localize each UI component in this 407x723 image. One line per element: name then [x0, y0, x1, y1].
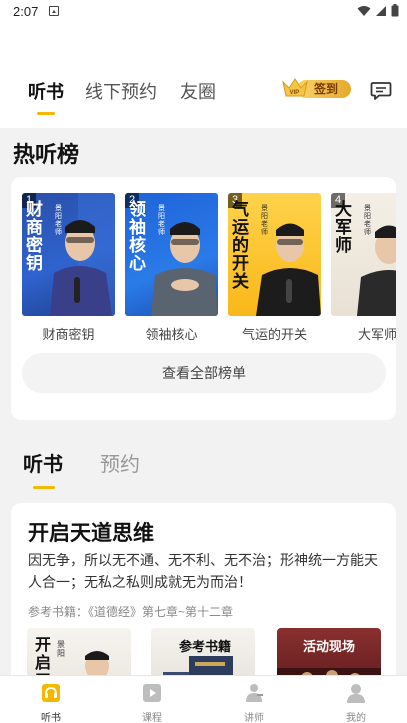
nav-label: 听书	[41, 713, 61, 723]
bottom-navigation: 听书 课程 讲师 我的	[0, 675, 407, 723]
subtab-listen[interactable]: 听书	[23, 448, 63, 477]
battery-icon	[391, 4, 399, 17]
course-reference: 参考书籍：《道德经》第七章~第十二章	[28, 605, 234, 619]
wifi-icon	[357, 5, 371, 16]
tab-friends[interactable]: 友圈	[180, 78, 216, 104]
book-cover: 1 财商密钥 景阳老师	[22, 193, 115, 316]
message-icon[interactable]	[370, 81, 392, 101]
status-time: 2:07	[13, 4, 39, 19]
rank-item-label: 大军师	[357, 327, 396, 342]
signal-icon	[376, 5, 386, 16]
cover-author: 景阳老师	[55, 205, 62, 236]
nav-label: 我的	[346, 713, 366, 723]
book-cover: 4 大军师 景阳老师	[331, 193, 396, 316]
top-tab-indicator	[37, 112, 55, 115]
app-header: 2:07 听书 线下预约 友圈 VIP 签到	[0, 0, 407, 128]
nav-label: 课程	[142, 713, 162, 723]
hot-list-card: 1 财商密钥 景阳老师 财商密钥 2 领袖核心 景阳老师 领袖核心 3 气运的开…	[11, 177, 396, 420]
tab-offline-booking[interactable]: 线下预约	[85, 78, 157, 104]
sub-tab-indicator	[33, 486, 55, 489]
cover-title: 财商密钥	[26, 200, 43, 274]
course-card[interactable]: 开启天道思维 因无争，所以无不通、无不利、无不治；形神统一方能天人合一；无私之私…	[11, 503, 396, 703]
headphones-book-icon	[42, 684, 60, 702]
profile-icon	[347, 684, 365, 703]
status-bar: 2:07	[0, 0, 407, 26]
nav-label: 讲师	[244, 713, 264, 723]
book-cover: 3 气运的开关 景阳老师	[228, 193, 321, 316]
hot-list-title: 热听榜	[13, 142, 80, 167]
cover-title: 气运的开关	[232, 200, 249, 292]
tab-listen[interactable]: 听书	[28, 78, 64, 104]
cover-author: 景阳老师	[158, 205, 165, 236]
subtab-booking[interactable]: 预约	[100, 448, 140, 477]
status-icons	[357, 4, 399, 17]
rank-item-label: 财商密钥	[42, 327, 95, 342]
vip-crown-icon: VIP	[282, 78, 308, 97]
book-cover: 2 领袖核心 景阳老师	[125, 193, 218, 316]
checkin-label: 签到	[314, 82, 339, 96]
cover-author: 景阳老师	[364, 205, 371, 236]
cover-title: 大军师	[335, 200, 352, 256]
vip-crown-text: VIP	[290, 90, 300, 96]
cover-author: 景阳老师	[261, 205, 268, 236]
course-description: 因无争，所以无不通、无不利、无不治；形神统一方能天人合一；无私之私则成就无为而治…	[28, 552, 378, 590]
rank-item-label: 气运的开关	[241, 327, 307, 342]
sub-tab-bar: 听书 预约	[0, 448, 407, 492]
view-all-rankings-button[interactable]: 查看全部榜单	[22, 353, 386, 393]
rank-item-label: 领袖核心	[145, 327, 198, 342]
notification-app-icon	[49, 6, 59, 16]
course-title: 开启天道思维	[28, 522, 154, 545]
lecturer-icon	[246, 684, 263, 702]
thumbnail-author: 景阳	[57, 640, 65, 658]
thumbnail-title: 活动现场	[303, 640, 356, 655]
cover-title: 领袖核心	[129, 200, 146, 274]
thumbnail-title: 参考书籍	[179, 640, 232, 655]
vip-checkin-button[interactable]: VIP 签到	[281, 76, 351, 100]
play-book-icon	[143, 684, 161, 702]
